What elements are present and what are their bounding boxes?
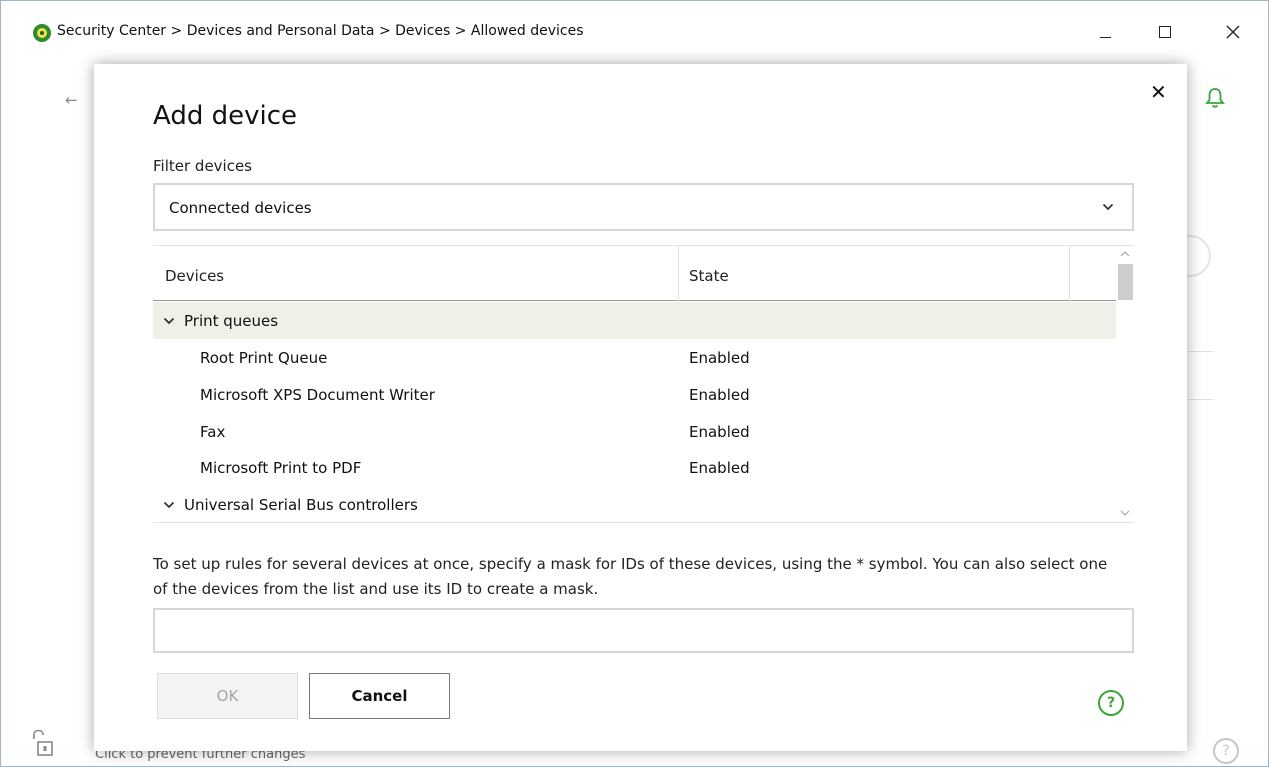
dialog-title: Add device — [153, 101, 298, 131]
column-separator — [678, 246, 679, 301]
maximize-button[interactable] — [1145, 15, 1185, 49]
unlocked-lock-icon — [33, 729, 53, 756]
device-name: Fax — [200, 423, 226, 441]
chevron-down-icon[interactable] — [163, 315, 175, 327]
help-icon[interactable]: ? — [1098, 690, 1124, 716]
device-row[interactable]: Microsoft XPS Document Writer Enabled — [153, 376, 1116, 413]
filter-selected-value: Connected devices — [169, 199, 312, 217]
device-name: Microsoft XPS Document Writer — [200, 386, 435, 404]
divider — [1189, 399, 1213, 400]
back-arrow-icon[interactable]: ← — [65, 91, 78, 109]
window-title: Security Center > Devices and Personal D… — [57, 23, 584, 39]
minimize-icon — [1099, 36, 1111, 38]
chevron-down-icon[interactable] — [163, 499, 175, 511]
close-icon — [1226, 25, 1240, 39]
divider — [1189, 351, 1213, 352]
device-name: Root Print Queue — [200, 349, 328, 367]
app-logo-icon — [33, 24, 51, 42]
device-list[interactable]: Devices State Print queues Root Print Qu… — [153, 245, 1134, 523]
mask-hint-text: To set up rules for several devices at o… — [153, 555, 1108, 598]
device-name: Microsoft Print to PDF — [200, 459, 362, 477]
ok-button[interactable]: OK — [157, 673, 298, 719]
column-header-state[interactable]: State — [689, 267, 729, 285]
device-id-mask-input[interactable] — [153, 608, 1134, 653]
filter-devices-dropdown[interactable]: Connected devices — [153, 183, 1134, 231]
minimize-button[interactable] — [1085, 15, 1125, 49]
maximize-icon — [1159, 26, 1171, 38]
device-row[interactable]: Microsoft Print to PDF Enabled — [153, 449, 1116, 486]
dialog-close-icon[interactable]: ✕ — [1150, 80, 1167, 104]
column-separator — [1069, 246, 1070, 301]
filter-label: Filter devices — [153, 157, 253, 175]
scroll-up-icon[interactable] — [1120, 249, 1130, 259]
group-row-print-queues[interactable]: Print queues — [153, 302, 1116, 339]
group-row-usb-controllers[interactable]: Universal Serial Bus controllers — [153, 486, 1116, 522]
list-header: Devices State — [153, 246, 1116, 301]
group-label: Print queues — [184, 312, 279, 330]
device-state: Enabled — [689, 349, 750, 367]
vertical-scrollbar[interactable] — [1116, 246, 1134, 522]
scroll-down-icon[interactable] — [1120, 508, 1130, 518]
lock-toggle[interactable] — [31, 729, 59, 757]
cancel-button[interactable]: Cancel — [309, 673, 450, 719]
group-label: Universal Serial Bus controllers — [184, 496, 418, 514]
title-bar[interactable]: Security Center > Devices and Personal D… — [1, 1, 1268, 59]
device-row[interactable]: Root Print Queue Enabled — [153, 339, 1116, 376]
bell-icon[interactable] — [1205, 87, 1225, 109]
device-state: Enabled — [689, 386, 750, 404]
device-state: Enabled — [689, 459, 750, 477]
device-state: Enabled — [689, 423, 750, 441]
window-close-button[interactable] — [1213, 15, 1253, 49]
chevron-down-icon — [1102, 203, 1114, 211]
device-row[interactable]: Fax Enabled — [153, 413, 1116, 450]
scrollbar-thumb[interactable] — [1118, 264, 1133, 300]
add-device-dialog: ✕ Add device Filter devices Connected de… — [94, 64, 1187, 751]
help-icon[interactable]: ? — [1213, 738, 1239, 764]
column-header-devices[interactable]: Devices — [165, 267, 224, 285]
